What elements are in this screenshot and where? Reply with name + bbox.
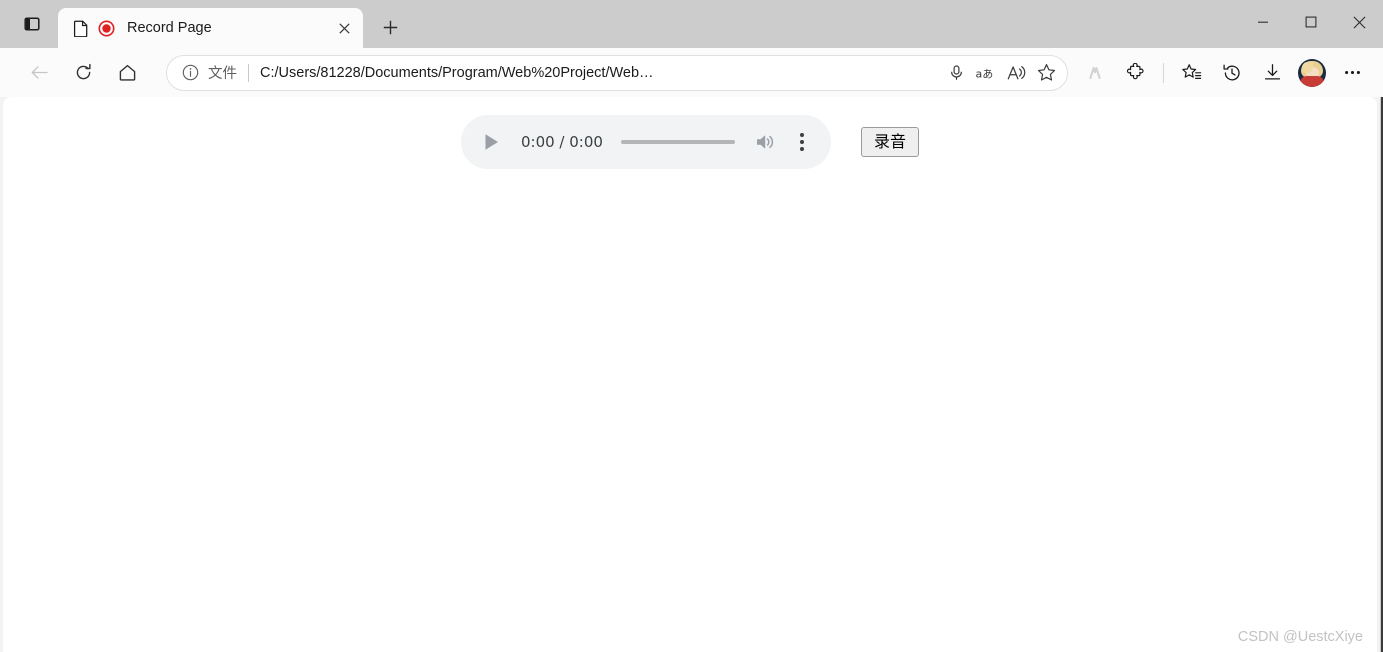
read-aloud-icon[interactable]	[1001, 58, 1031, 88]
audio-controls-row: 0:00 / 0:00 录音	[3, 115, 1377, 169]
collections-icon[interactable]	[1175, 56, 1209, 90]
settings-more-button[interactable]	[1335, 56, 1369, 90]
avatar-scarf	[1300, 75, 1324, 87]
refresh-button[interactable]	[66, 56, 100, 90]
tab-actions-button[interactable]	[12, 8, 52, 40]
toolbar-divider	[1163, 62, 1164, 83]
vertical-ellipsis-icon	[799, 133, 804, 151]
home-icon	[119, 64, 135, 81]
address-url-text[interactable]: C:/Users/81228/Documents/Program/Web%20P…	[260, 65, 941, 81]
window-controls	[1239, 0, 1383, 44]
toolbar-right-icons	[1078, 56, 1373, 90]
play-button[interactable]	[477, 127, 507, 157]
address-bar[interactable]: 文件 C:/Users/81228/Documents/Program/Web%…	[166, 54, 1068, 91]
record-dot-icon	[97, 19, 115, 37]
volume-speaker-icon	[756, 135, 774, 149]
svg-text:aあ: aあ	[976, 67, 994, 80]
new-tab-button[interactable]	[373, 10, 407, 44]
extensions-puzzle-icon[interactable]	[1118, 56, 1152, 90]
tab-close-button[interactable]	[331, 15, 357, 41]
refresh-icon	[76, 63, 91, 80]
time-display: 0:00 / 0:00	[520, 133, 603, 151]
maximize-icon	[1305, 16, 1317, 28]
record-button[interactable]: 录音	[860, 127, 919, 157]
microphone-icon[interactable]	[941, 58, 971, 88]
volume-button[interactable]	[753, 129, 779, 155]
browser-viewport: 0:00 / 0:00 录音 CSDN @UestcXiye	[0, 97, 1380, 652]
watermark-text: CSDN @UestcXiye	[1237, 629, 1363, 645]
play-triangle-icon	[485, 134, 499, 150]
navigation-buttons	[10, 56, 144, 90]
browser-toolbar: 文件 C:/Users/81228/Documents/Program/Web%…	[0, 48, 1383, 97]
address-scheme-label: 文件	[208, 66, 237, 82]
window-maximize-button[interactable]	[1287, 0, 1335, 44]
back-arrow-icon	[31, 66, 48, 79]
plus-icon	[383, 20, 397, 34]
audio-player[interactable]: 0:00 / 0:00	[460, 115, 831, 169]
vertical-tabs-icon	[24, 17, 40, 31]
window-close-button[interactable]	[1335, 0, 1383, 44]
document-icon	[72, 19, 90, 37]
downloads-icon[interactable]	[1255, 56, 1289, 90]
profile-avatar[interactable]	[1298, 58, 1326, 87]
player-menu-button[interactable]	[789, 129, 815, 155]
star-icon[interactable]	[1031, 58, 1061, 88]
page-content: 0:00 / 0:00 录音 CSDN @UestcXiye	[3, 97, 1377, 652]
translate-aa-icon[interactable]: aあ	[971, 58, 1001, 88]
address-separator	[248, 63, 249, 82]
info-circle-icon[interactable]	[179, 62, 201, 84]
close-icon	[1352, 15, 1366, 29]
split-screen-icon[interactable]	[1078, 56, 1112, 90]
window-minimize-button[interactable]	[1239, 0, 1287, 44]
tab-title: Record Page	[127, 20, 212, 36]
browser-tab[interactable]: Record Page	[58, 8, 363, 48]
progress-slider[interactable]	[620, 140, 735, 144]
back-button[interactable]	[22, 56, 56, 90]
history-icon[interactable]	[1215, 56, 1249, 90]
tab-strip: Record Page	[0, 0, 1383, 48]
address-bar-icons: aあ	[941, 58, 1061, 88]
home-button[interactable]	[110, 56, 144, 90]
more-ellipsis-icon	[1344, 70, 1360, 75]
minimize-icon	[1258, 21, 1268, 23]
